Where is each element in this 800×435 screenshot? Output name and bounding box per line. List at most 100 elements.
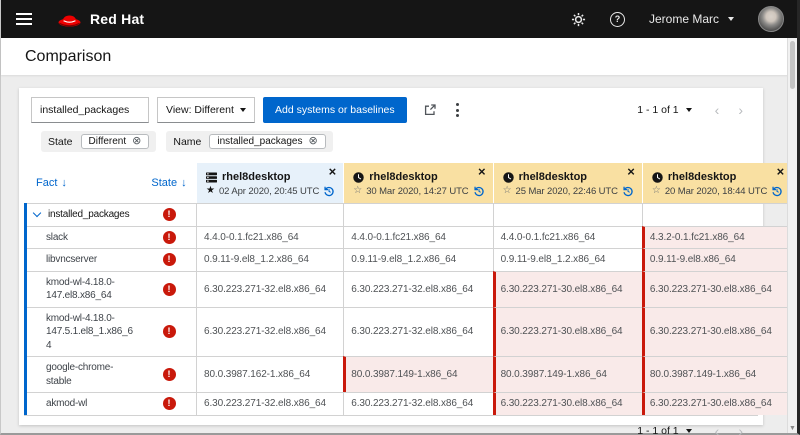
toolbar: View: Different Add systems or baselines (19, 88, 763, 131)
add-systems-button[interactable]: Add systems or baselines (263, 97, 407, 123)
remove-column-icon[interactable]: × (329, 164, 337, 179)
filter-chip-label: Different (89, 136, 127, 147)
fact-value: 6.30.223.271-32.el8.x86_64 (204, 284, 326, 295)
pagination-caret-icon[interactable] (686, 429, 692, 433)
system-column-header: × rhel8desktop ★02 Apr 2020, 20:45 UTC (196, 163, 343, 203)
fact-value-cell: 6.30.223.271-32.el8.x86_64 (343, 271, 492, 307)
pagination-prev-button[interactable]: ‹ (709, 103, 726, 117)
system-name: rhel8desktop (519, 171, 587, 183)
system-meta: ☆ 20 Mar 2020, 18:44 UTC (652, 185, 783, 197)
system-name-row: rhel8desktop (353, 171, 437, 183)
history-icon[interactable] (622, 185, 634, 197)
state-different-icon: ! (163, 325, 176, 338)
comparison-table-wrap: Fact↓State↓ × rhel8desktop ★02 Apr 2020, 20… (24, 163, 758, 416)
fact-value: 6.30.223.271-30.el8.x86_64 (650, 326, 772, 337)
view-filter-select[interactable]: View: Different (157, 97, 255, 123)
pagination-next-button[interactable]: › (732, 103, 749, 117)
fact-value: 6.30.223.271-32.el8.x86_64 (351, 284, 473, 295)
fact-value-cell: 0.9.11-9.el8_1.2.x86_64 (196, 248, 343, 271)
fact-value-cell-empty (642, 203, 791, 226)
fact-value: 80.0.3987.149-1.x86_64 (650, 369, 756, 380)
caret-down-icon (240, 108, 246, 112)
fact-value: 6.30.223.271-32.el8.x86_64 (351, 398, 473, 409)
history-icon[interactable] (323, 185, 335, 197)
star-icon[interactable]: ★ (206, 186, 215, 196)
expand-toggle-icon[interactable] (33, 209, 41, 217)
chip-remove-icon[interactable]: ⊗ (132, 136, 141, 147)
fact-column-header[interactable]: Fact↓ (24, 163, 142, 203)
fact-value-cell: 0.9.11-9.el8.x86_64 (642, 248, 791, 271)
star-icon[interactable]: ☆ (652, 186, 661, 196)
fact-name-cell: libvncserver (24, 248, 142, 271)
state-different-icon: ! (163, 208, 176, 221)
fact-value: 4.4.0-0.1.fc21.x86_64 (501, 232, 596, 243)
fact-value: 0.9.11-9.el8_1.2.x86_64 (501, 254, 606, 265)
comparison-card: View: Different Add systems or baselines (19, 88, 763, 425)
pagination-caret-icon[interactable] (686, 108, 692, 112)
fact-value: 6.30.223.271-30.el8.x86_64 (501, 398, 623, 409)
fact-value-cell: 4.4.0-0.1.fc21.x86_64 (196, 226, 343, 249)
fact-value: 0.9.11-9.el8_1.2.x86_64 (204, 254, 309, 265)
system-timestamp: 25 Mar 2020, 22:46 UTC (516, 186, 618, 197)
fact-value-cell: 6.30.223.271-32.el8.x86_64 (343, 307, 492, 357)
fact-name: kmod-wl-4.18.0-147.5.1.el8_1.x86_64 (46, 312, 138, 353)
export-icon[interactable] (423, 103, 437, 117)
pagination-next-button[interactable]: › (732, 424, 749, 435)
chip-remove-icon[interactable]: ⊗ (308, 136, 317, 147)
star-icon[interactable]: ☆ (503, 186, 512, 196)
fact-value: 80.0.3987.149-1.x86_64 (501, 369, 607, 380)
remove-column-icon[interactable]: × (777, 164, 785, 179)
fact-value-cell: 6.30.223.271-30.el8.x86_64 (642, 392, 791, 415)
state-different-icon: ! (163, 253, 176, 266)
active-filters: State Different ⊗ Name installed_package… (19, 131, 763, 163)
view-filter-value: View: Different (166, 104, 234, 116)
pagination-prev-button[interactable]: ‹ (709, 424, 726, 435)
remove-column-icon[interactable]: × (627, 164, 635, 179)
sort-descending-icon: ↓ (181, 177, 187, 189)
fact-value: 6.30.223.271-30.el8.x86_64 (650, 284, 772, 295)
user-avatar[interactable] (758, 6, 784, 32)
comparison-table: Fact↓State↓ × rhel8desktop ★02 Apr 2020, 20… (24, 163, 758, 416)
system-timestamp: 20 Mar 2020, 18:44 UTC (665, 186, 767, 197)
filter-chip[interactable]: Different ⊗ (81, 134, 150, 149)
fact-group-name: installed_packages (48, 208, 129, 222)
page-header: Comparison (1, 38, 797, 75)
redhat-hat-icon (56, 10, 83, 29)
history-icon[interactable] (473, 185, 485, 197)
user-name: Jerome Marc (649, 12, 719, 26)
vertical-scrollbar[interactable]: ▼ (787, 38, 797, 433)
help-icon[interactable]: ? (610, 12, 625, 27)
system-name-row: rhel8desktop (652, 171, 736, 183)
remove-column-icon[interactable]: × (478, 164, 486, 179)
nav-toggle-button[interactable] (14, 9, 34, 29)
settings-gear-icon[interactable] (571, 12, 586, 27)
fact-name: google-chrome-stable (46, 361, 138, 388)
fact-value-cell: 4.4.0-0.1.fc21.x86_64 (343, 226, 492, 249)
system-meta: ☆30 Mar 2020, 14:27 UTC (353, 185, 484, 197)
fact-value-cell: 6.30.223.271-30.el8.x86_64 (493, 271, 642, 307)
user-menu[interactable]: Jerome Marc (649, 12, 734, 26)
kebab-menu-icon[interactable] (454, 101, 461, 119)
redhat-logo[interactable]: Red Hat (56, 10, 144, 29)
fact-value-cell: 0.9.11-9.el8_1.2.x86_64 (493, 248, 642, 271)
fact-value: 80.0.3987.162-1.x86_64 (204, 369, 310, 380)
star-icon[interactable]: ☆ (353, 186, 362, 196)
history-icon[interactable] (771, 185, 783, 197)
pagination-bottom: 1 - 1 of 1 ‹ › (637, 424, 749, 435)
fact-value: 6.30.223.271-30.el8.x86_64 (650, 398, 772, 409)
scrollbar-down-arrow-icon[interactable]: ▼ (788, 425, 797, 432)
fact-value: 6.30.223.271-32.el8.x86_64 (204, 326, 326, 337)
scrollbar-thumb[interactable] (790, 41, 795, 89)
state-column-header[interactable]: State↓ (142, 163, 196, 203)
state-different-icon: ! (163, 397, 176, 410)
pagination-range-label: 1 - 1 of 1 (637, 425, 678, 435)
fact-value-cell: 80.0.3987.149-1.x86_64 (343, 356, 492, 392)
pagination-range-label: 1 - 1 of 1 (637, 104, 678, 116)
system-name: rhel8desktop (222, 171, 290, 183)
system-meta: ★02 Apr 2020, 20:45 UTC (206, 185, 335, 197)
fact-filter-input[interactable] (31, 97, 149, 123)
filter-chip[interactable]: installed_packages ⊗ (209, 134, 325, 149)
fact-value-cell: 80.0.3987.149-1.x86_64 (493, 356, 642, 392)
filter-chip-group-state: State Different ⊗ (41, 131, 156, 152)
fact-group-cell[interactable]: installed_packages (24, 203, 142, 226)
